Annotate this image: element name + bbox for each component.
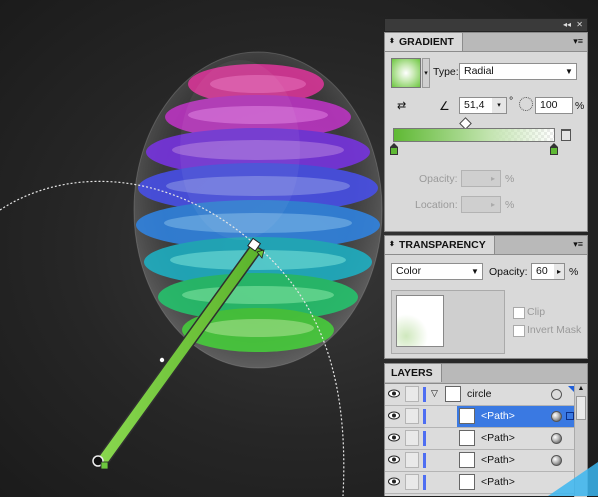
transparency-opacity-label: Opacity:: [489, 266, 528, 278]
opacity-mask-thumbnail[interactable]: [391, 290, 505, 354]
gradient-tabbar: ⬍ GRADIENT ▾≡: [385, 33, 587, 52]
blend-mode-value: Color: [396, 265, 422, 277]
gradient-ramp[interactable]: [393, 128, 555, 142]
path-name[interactable]: <Path>: [481, 406, 515, 426]
gradient-title: GRADIENT: [399, 36, 454, 48]
gradient-stop-right[interactable]: [550, 143, 558, 155]
layer-color-bar: [423, 453, 426, 468]
path-thumbnail: [459, 452, 475, 468]
panel-dock-header: ◂◂ ✕: [384, 18, 588, 32]
invert-mask-label: Invert Mask: [527, 324, 582, 336]
transparency-opacity-value: 60: [536, 265, 548, 277]
opacity-label: Opacity:: [419, 173, 458, 185]
layer-color-bar: [423, 475, 426, 490]
layer-color-bar: [423, 409, 426, 424]
transparency-opacity-arrow-icon[interactable]: ▸: [554, 264, 564, 279]
path-name[interactable]: <Path>: [481, 472, 515, 492]
object-thumbnail[interactable]: [396, 295, 444, 347]
layer-thumbnail: [445, 386, 461, 402]
target-circle-icon[interactable]: [551, 433, 562, 444]
path-thumbnail: [459, 408, 475, 424]
stop-location-dropdown-icon: ▸: [490, 200, 495, 209]
degree-symbol: °: [509, 95, 514, 107]
aspect-ratio-field[interactable]: 100: [535, 97, 573, 114]
sphere-artwork[interactable]: [133, 51, 383, 369]
corner-decoration: [548, 462, 598, 496]
layers-tab[interactable]: LAYERS: [385, 364, 442, 382]
expand-triangle-icon[interactable]: ▽: [431, 388, 438, 399]
gradient-tab[interactable]: ⬍ GRADIENT: [385, 33, 463, 51]
angle-value: 51,4: [464, 99, 485, 111]
layer-row[interactable]: ▽ circle: [385, 384, 587, 406]
scroll-up-icon[interactable]: ▲: [575, 384, 587, 394]
clip-checkbox[interactable]: [513, 307, 525, 319]
transparency-panel: ⬍ TRANSPARENCY ▾≡ Color ▼ Opacity: 60 ▸ …: [384, 235, 588, 359]
type-select[interactable]: Radial ▼: [459, 63, 577, 80]
lock-toggle[interactable]: [405, 408, 419, 424]
blend-mode-select[interactable]: Color ▼: [391, 263, 483, 280]
lock-toggle[interactable]: [405, 386, 419, 402]
location-label: Location:: [415, 199, 458, 211]
reverse-gradient-icon[interactable]: ⇄: [397, 99, 411, 113]
angle-icon: ∠: [439, 99, 450, 113]
clip-label: Clip: [527, 306, 546, 318]
tab-arrows-icon: ⬍: [389, 241, 395, 248]
location-percent: %: [505, 199, 515, 211]
gradient-swatch-dropdown[interactable]: ▾: [422, 58, 430, 88]
aspect-ratio-value: 100: [540, 99, 558, 111]
lock-toggle[interactable]: [405, 430, 419, 446]
visibility-eye-icon[interactable]: [388, 455, 400, 464]
gradient-swatch[interactable]: [391, 58, 421, 88]
gradient-stop-left[interactable]: [390, 143, 398, 155]
path-name[interactable]: <Path>: [481, 450, 515, 470]
transparency-opacity-field[interactable]: 60 ▸: [531, 263, 565, 280]
visibility-eye-icon[interactable]: [388, 433, 400, 442]
close-panels-icon[interactable]: ✕: [576, 19, 583, 31]
lock-toggle[interactable]: [405, 452, 419, 468]
aspect-percent: %: [575, 100, 585, 112]
collapse-panels-icon[interactable]: ◂◂: [563, 19, 571, 31]
selection-square-icon[interactable]: [566, 412, 574, 420]
delete-stop-icon[interactable]: [561, 129, 571, 141]
lock-toggle[interactable]: [405, 474, 419, 490]
angle-field[interactable]: 51,4 ▾: [459, 97, 507, 114]
invert-mask-checkbox[interactable]: [513, 325, 525, 337]
layers-title: LAYERS: [391, 367, 433, 379]
visibility-eye-icon[interactable]: [388, 477, 400, 486]
layer-color-bar: [423, 431, 426, 446]
type-value: Radial: [464, 65, 494, 77]
angle-dropdown-icon[interactable]: ▾: [492, 98, 506, 113]
path-thumbnail: [459, 474, 475, 490]
target-circle-icon[interactable]: [551, 389, 562, 400]
transparency-percent: %: [569, 266, 579, 278]
scroll-thumb[interactable]: [576, 396, 586, 420]
tab-arrows-icon: ⬍: [389, 38, 395, 45]
type-label: Type:: [433, 66, 459, 78]
blend-mode-dropdown-icon[interactable]: ▼: [468, 264, 482, 279]
layer-name[interactable]: circle: [467, 384, 492, 404]
path-name[interactable]: <Path>: [481, 428, 515, 448]
visibility-eye-icon[interactable]: [388, 389, 400, 398]
type-dropdown-icon[interactable]: ▼: [562, 64, 576, 79]
transparency-tabbar: ⬍ TRANSPARENCY ▾≡: [385, 236, 587, 255]
path-row-selected[interactable]: <Path>: [385, 406, 587, 428]
transparency-title: TRANSPARENCY: [399, 239, 486, 251]
stop-opacity-dropdown-icon: ▸: [490, 174, 495, 183]
layers-tabbar: LAYERS: [385, 364, 587, 384]
stop-opacity-field: ▸: [461, 170, 501, 187]
aspect-ratio-icon: [519, 97, 533, 111]
layer-color-bar: [423, 387, 426, 402]
transparency-tab[interactable]: ⬍ TRANSPARENCY: [385, 236, 495, 254]
path-row[interactable]: <Path>: [385, 428, 587, 450]
gradient-menu-icon[interactable]: ▾≡: [573, 36, 583, 46]
gradient-panel: ⬍ GRADIENT ▾≡ ▾ Type: Radial ▼ ⇄ ∠ 51,4 …: [384, 32, 588, 232]
visibility-eye-icon[interactable]: [388, 411, 400, 420]
transparency-menu-icon[interactable]: ▾≡: [573, 239, 583, 249]
target-circle-icon[interactable]: [551, 411, 562, 422]
stop-location-field: ▸: [461, 196, 501, 213]
opacity-percent: %: [505, 173, 515, 185]
path-thumbnail: [459, 430, 475, 446]
